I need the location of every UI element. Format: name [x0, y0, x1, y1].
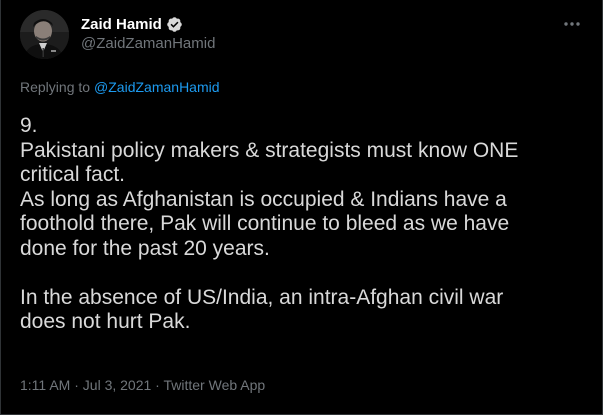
meta-separator: ·	[74, 377, 79, 393]
tweet-line: does not hurt Pak.	[20, 310, 191, 333]
tweet-line: 9.	[20, 114, 38, 137]
avatar[interactable]	[20, 10, 69, 59]
tweet-line: As long as Afghanistan is occupied & Ind…	[20, 187, 507, 211]
tweet-source[interactable]: Twitter Web App	[163, 377, 265, 393]
tweet-line: done for the past 20 years.	[20, 236, 270, 260]
tweet-card: Zaid Hamid @ZaidZamanHamid Replying to @Z…	[0, 0, 603, 415]
tweet-line: critical fact.	[20, 163, 126, 186]
verified-badge-icon	[166, 16, 183, 33]
tweet-date[interactable]: Jul 3, 2021	[83, 377, 152, 393]
more-dots-icon	[564, 22, 580, 26]
replying-to-label: Replying to	[20, 79, 91, 95]
author-block: Zaid Hamid @ZaidZamanHamid	[81, 14, 215, 53]
tweet-line: foothold there, Pak will continue to ble…	[20, 212, 510, 235]
tweet-line: In the absence of US/India, an intra-Afg…	[20, 285, 504, 309]
profile-photo-icon	[20, 10, 69, 59]
tweet-time[interactable]: 1:11 AM	[20, 377, 70, 393]
tweet-meta: 1:11 AM · Jul 3, 2021 · Twitter Web App	[20, 377, 265, 393]
author-handle[interactable]: @ZaidZamanHamid	[81, 35, 215, 52]
more-options-button[interactable]	[560, 14, 584, 34]
replying-to: Replying to @ZaidZamanHamid	[20, 79, 220, 95]
meta-separator: ·	[155, 377, 160, 393]
display-name[interactable]: Zaid Hamid	[81, 16, 162, 33]
tweet-line: Pakistani policy makers & strategists mu…	[20, 138, 519, 162]
reply-mention-link[interactable]: @ZaidZamanHamid	[94, 79, 219, 95]
author-name-row: Zaid Hamid	[81, 14, 215, 34]
tweet-text: 9. Pakistani policy makers & strategists…	[20, 114, 590, 335]
